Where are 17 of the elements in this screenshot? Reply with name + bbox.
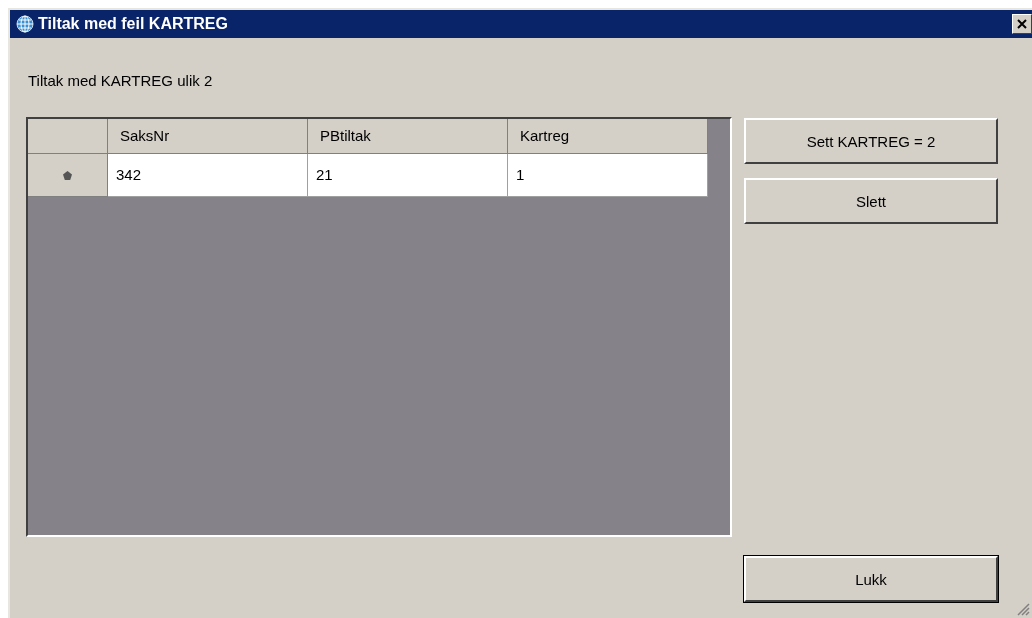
caption-label: Tiltak med KARTREG ulik 2 bbox=[28, 72, 214, 89]
column-header[interactable]: SaksNr bbox=[108, 119, 308, 154]
globe-icon bbox=[16, 15, 34, 33]
table-cell: 1 bbox=[508, 154, 708, 197]
close-button[interactable] bbox=[1012, 14, 1032, 34]
new-row-icon bbox=[63, 170, 72, 180]
column-header[interactable]: Kartreg bbox=[508, 119, 708, 154]
window-title: Tiltak med feil KARTREG bbox=[38, 15, 229, 33]
column-header[interactable]: PBtiltak bbox=[308, 119, 508, 154]
row-header[interactable] bbox=[28, 154, 108, 197]
close-icon bbox=[1017, 19, 1027, 29]
close-dialog-button[interactable]: Lukk bbox=[744, 556, 998, 602]
action-button[interactable]: Slett bbox=[744, 178, 998, 224]
table-cell: 342 bbox=[108, 154, 308, 197]
table-cell: 21 bbox=[308, 154, 508, 197]
resize-grip-icon bbox=[1016, 602, 1030, 616]
action-button[interactable]: Sett KARTREG = 2 bbox=[744, 118, 998, 164]
